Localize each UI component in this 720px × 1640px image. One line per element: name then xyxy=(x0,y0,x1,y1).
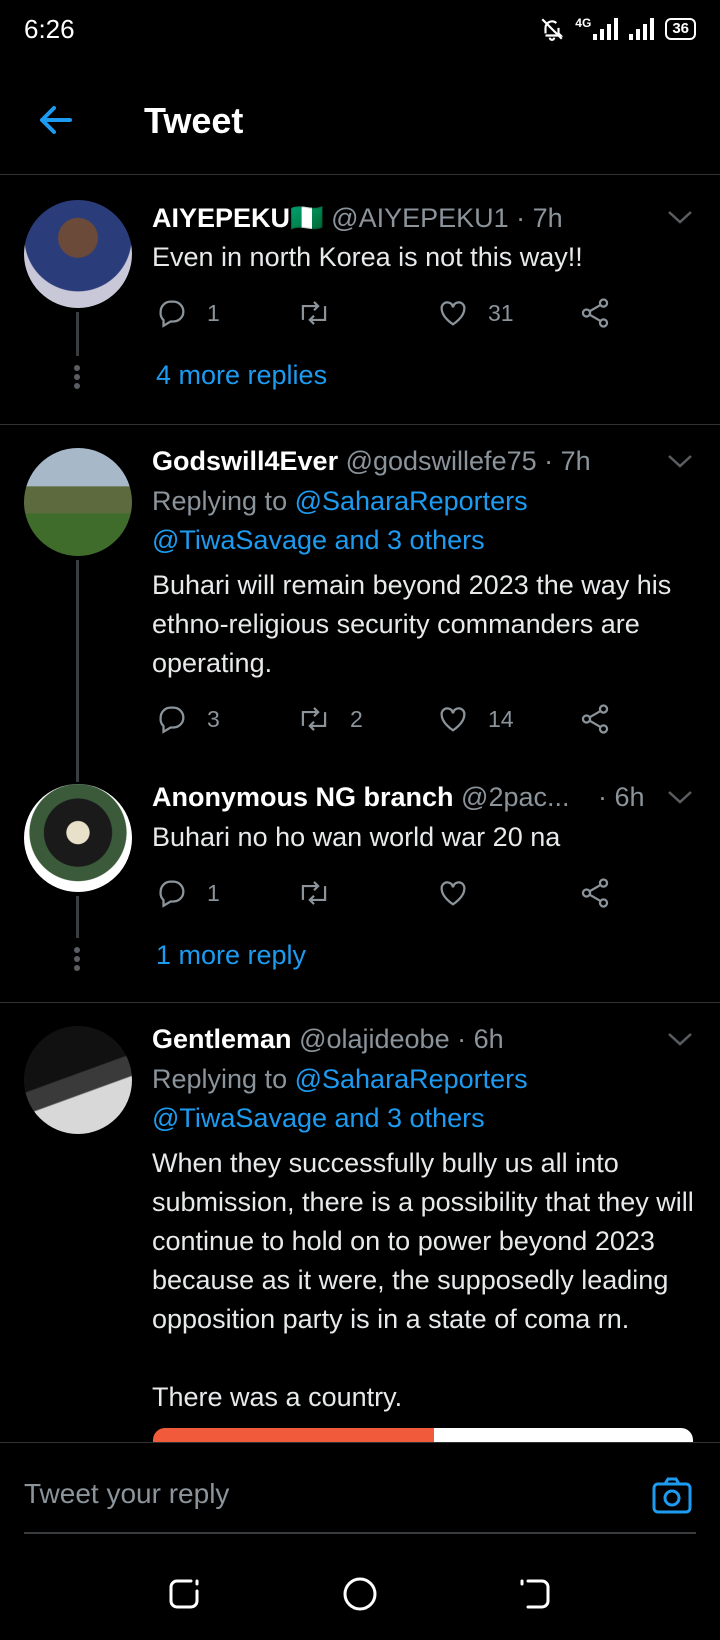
home-icon[interactable] xyxy=(341,1575,379,1613)
replying-to: Replying to @SaharaReporters @TiwaSavage… xyxy=(152,1060,697,1138)
reply-bar-divider xyxy=(0,1442,720,1443)
retweet-button[interactable] xyxy=(296,296,350,330)
status-time: 6:26 xyxy=(24,14,75,44)
display-name[interactable]: Anonymous NG branch xyxy=(152,782,454,812)
like-count: 31 xyxy=(488,299,514,326)
like-button[interactable]: 14 xyxy=(436,702,514,736)
replying-prefix: Replying to xyxy=(152,1064,288,1094)
reply-button[interactable]: 1 xyxy=(155,876,220,910)
reply-count: 1 xyxy=(207,879,220,906)
reply-input[interactable]: Tweet your reply xyxy=(24,1478,229,1510)
status-icons: 4G 36 xyxy=(539,16,696,42)
retweet-icon xyxy=(301,707,327,731)
retweet-icon xyxy=(301,301,327,325)
share-icon[interactable] xyxy=(578,296,612,330)
mention-link[interactable]: @TiwaSavage and 3 others xyxy=(152,1103,485,1133)
reply-underline xyxy=(24,1532,696,1534)
signal-icon-2 xyxy=(629,18,655,40)
retweet-button[interactable]: 2 xyxy=(296,702,363,736)
thread-dots xyxy=(73,362,81,392)
display-name[interactable]: Godswill4Ever xyxy=(152,446,338,476)
camera-icon[interactable] xyxy=(651,1474,693,1516)
heart-icon xyxy=(440,707,466,732)
header-divider xyxy=(0,174,720,175)
tweet-text: Buhari will remain beyond 2023 the way h… xyxy=(152,570,672,678)
heart-icon xyxy=(440,301,466,326)
tweet-time: · 6h xyxy=(598,782,645,812)
user-handle[interactable]: @2pac... xyxy=(461,782,569,812)
thread-line xyxy=(76,896,79,938)
mute-bell-icon xyxy=(541,18,564,41)
avatar[interactable] xyxy=(24,448,132,556)
retweet-button[interactable] xyxy=(296,876,332,910)
replying-to: Replying to @SaharaReporters @TiwaSavage… xyxy=(152,482,697,560)
tweet-header: Anonymous NG branch @2pac... xyxy=(152,782,570,813)
chevron-down-icon[interactable] xyxy=(666,208,694,226)
tweet-time: · 6h xyxy=(457,1024,504,1054)
reply-count: 3 xyxy=(207,705,220,732)
user-handle[interactable]: @olajideobe xyxy=(299,1024,450,1054)
tweet-text: Even in north Korea is not this way!! xyxy=(152,242,583,272)
user-handle[interactable]: @godswillefe75 xyxy=(346,446,537,476)
retweet-count: 2 xyxy=(350,705,363,732)
tweet-text-line: There was a country. xyxy=(152,1382,403,1412)
reply-icon xyxy=(159,880,185,908)
reply-icon xyxy=(159,706,185,734)
tweet-header: AIYEPEKU🇳🇬 @AIYEPEKU1 · 7h xyxy=(152,202,563,234)
reply-count: 1 xyxy=(207,299,220,326)
tweet-time: · 7h xyxy=(544,446,591,476)
like-button[interactable]: 31 xyxy=(436,296,514,330)
battery-icon: 36 xyxy=(665,18,696,40)
display-name[interactable]: Gentleman xyxy=(152,1024,292,1054)
tweet-time: · 7h xyxy=(516,203,563,233)
reply-icon xyxy=(159,300,185,328)
network-label: 4G xyxy=(575,16,592,30)
more-replies-link[interactable]: 1 more reply xyxy=(156,940,306,971)
recent-apps-icon[interactable] xyxy=(165,1575,203,1613)
thread-dots xyxy=(73,944,81,974)
back-nav-icon[interactable] xyxy=(516,1575,554,1613)
thread-line xyxy=(76,560,79,782)
avatar[interactable] xyxy=(24,200,132,308)
mention-link[interactable]: @TiwaSavage and 3 others xyxy=(152,525,485,555)
share-icon[interactable] xyxy=(578,876,612,910)
share-icon[interactable] xyxy=(578,702,612,736)
display-name[interactable]: AIYEPEKU🇳🇬 xyxy=(152,203,324,233)
tweet-divider xyxy=(0,1002,720,1003)
reply-button[interactable]: 1 xyxy=(155,296,220,330)
signal-icon xyxy=(593,18,619,40)
retweet-icon xyxy=(301,881,327,905)
user-handle[interactable]: @AIYEPEKU1 xyxy=(331,203,508,233)
chevron-down-icon[interactable] xyxy=(666,452,694,470)
avatar[interactable] xyxy=(24,1026,132,1134)
replying-prefix: Replying to xyxy=(152,486,288,516)
tweet-text: Buhari no ho wan world war 20 na xyxy=(152,822,561,852)
avatar[interactable] xyxy=(24,784,132,892)
tweet-header: Gentleman @olajideobe · 6h xyxy=(152,1024,504,1055)
tweet-header: Godswill4Ever @godswillefe75 · 7h xyxy=(152,446,591,477)
like-count: 14 xyxy=(488,705,514,732)
like-button[interactable] xyxy=(436,876,470,910)
page-title: Tweet xyxy=(144,100,244,141)
tweet-divider xyxy=(0,424,720,425)
chevron-down-icon[interactable] xyxy=(666,1030,694,1048)
reply-button[interactable]: 3 xyxy=(155,702,220,736)
back-arrow-icon[interactable] xyxy=(36,100,76,140)
embedded-image[interactable] xyxy=(153,1428,693,1442)
mention-link[interactable]: @SaharaReporters xyxy=(295,486,528,516)
chevron-down-icon[interactable] xyxy=(666,788,694,806)
heart-icon xyxy=(440,881,466,906)
thread-line xyxy=(76,312,79,356)
tweet-text: When they successfully bully us all into… xyxy=(152,1148,694,1334)
more-replies-link[interactable]: 4 more replies xyxy=(156,360,327,391)
mention-link[interactable]: @SaharaReporters xyxy=(295,1064,528,1094)
